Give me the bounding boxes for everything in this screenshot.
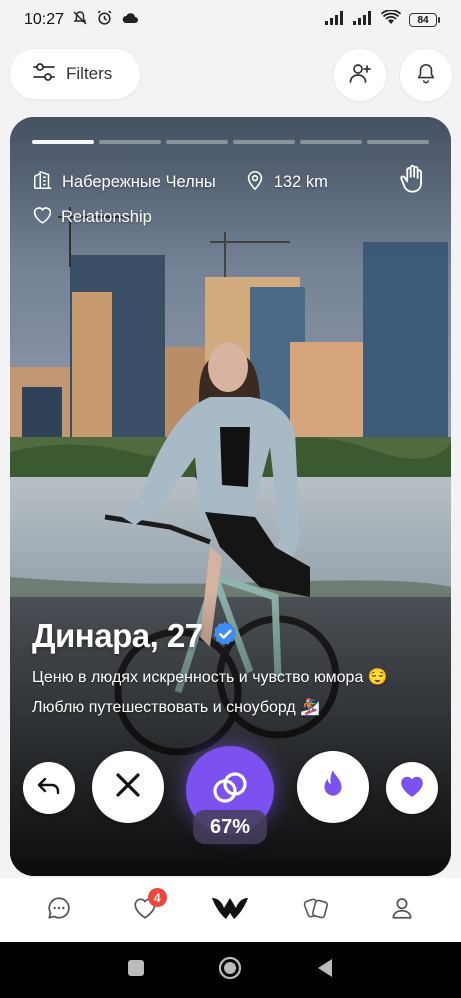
undo-icon xyxy=(36,775,62,802)
nav-home[interactable] xyxy=(207,887,253,933)
bio-line: Люблю путешествовать и сноуборд 🏂 xyxy=(32,699,321,716)
nav-likes[interactable]: 4 xyxy=(122,887,168,933)
photo-progress-segment[interactable] xyxy=(166,140,228,144)
filters-label: Filters xyxy=(66,64,113,83)
photo-progress-segment[interactable] xyxy=(233,140,295,144)
photo-progress-segment[interactable] xyxy=(99,140,161,144)
filters-icon xyxy=(32,62,56,87)
bell-icon xyxy=(415,62,437,89)
status-bar: 10:27 84 xyxy=(0,0,461,40)
add-user-icon xyxy=(348,61,372,90)
bottom-nav: 4 xyxy=(0,878,461,942)
bio-line: Ценю в людях искренность и чувство юмора… xyxy=(32,669,388,686)
distance-label: 132 km xyxy=(273,173,328,191)
status-time: 10:27 xyxy=(24,11,65,28)
recents-button[interactable] xyxy=(127,959,145,982)
signal-icon xyxy=(325,10,345,30)
city-icon xyxy=(32,169,54,196)
hand-wave-icon[interactable] xyxy=(399,164,427,199)
relationship-row: Relationship xyxy=(32,205,152,230)
profile-name-age: Динара, 27 xyxy=(32,617,203,654)
photo-progress-segment[interactable] xyxy=(32,140,94,144)
dislike-button[interactable] xyxy=(92,751,164,823)
verified-icon xyxy=(211,620,239,653)
nav-profile[interactable] xyxy=(379,887,425,933)
flame-icon xyxy=(320,769,346,806)
heart-icon xyxy=(399,774,425,803)
city-label: Набережные Челны xyxy=(62,173,216,191)
status-left: 10:27 xyxy=(24,9,139,31)
back-button[interactable] xyxy=(316,958,334,983)
profile-icon xyxy=(389,895,415,926)
status-right: 84 xyxy=(325,9,440,30)
add-user-button[interactable] xyxy=(334,49,386,101)
signal-icon xyxy=(353,10,373,30)
photo-progress-segment[interactable] xyxy=(300,140,362,144)
cloud-icon xyxy=(121,11,139,30)
likes-badge: 4 xyxy=(147,888,167,907)
nav-chats[interactable] xyxy=(36,887,82,933)
relationship-label: Relationship xyxy=(61,208,152,226)
chat-icon xyxy=(46,895,72,926)
heart-outline-icon xyxy=(32,205,53,230)
cards-icon xyxy=(302,894,330,927)
alarm-icon xyxy=(96,9,113,31)
like-button[interactable] xyxy=(386,762,438,814)
filters-button[interactable]: Filters xyxy=(10,49,140,99)
match-percent: 67% xyxy=(193,810,267,844)
battery-icon: 84 xyxy=(409,13,440,27)
home-logo-icon xyxy=(211,895,249,926)
match-rings-icon xyxy=(209,767,251,814)
profile-card[interactable]: Набережные Челны 132 km Relationship Дин… xyxy=(10,117,451,876)
notifications-button[interactable] xyxy=(400,49,452,101)
nav-cards[interactable] xyxy=(293,887,339,933)
system-nav xyxy=(0,942,461,998)
close-icon xyxy=(114,771,142,804)
undo-button[interactable] xyxy=(23,762,75,814)
photo-progress xyxy=(32,140,429,144)
name-row: Динара, 27 xyxy=(32,617,239,655)
photo-progress-segment[interactable] xyxy=(367,140,429,144)
mute-icon xyxy=(72,10,88,31)
wifi-icon xyxy=(380,9,402,30)
location-row: Набережные Челны 132 km xyxy=(32,169,328,196)
superlike-button[interactable] xyxy=(297,751,369,823)
home-button[interactable] xyxy=(218,956,242,985)
location-pin-icon xyxy=(244,169,266,196)
